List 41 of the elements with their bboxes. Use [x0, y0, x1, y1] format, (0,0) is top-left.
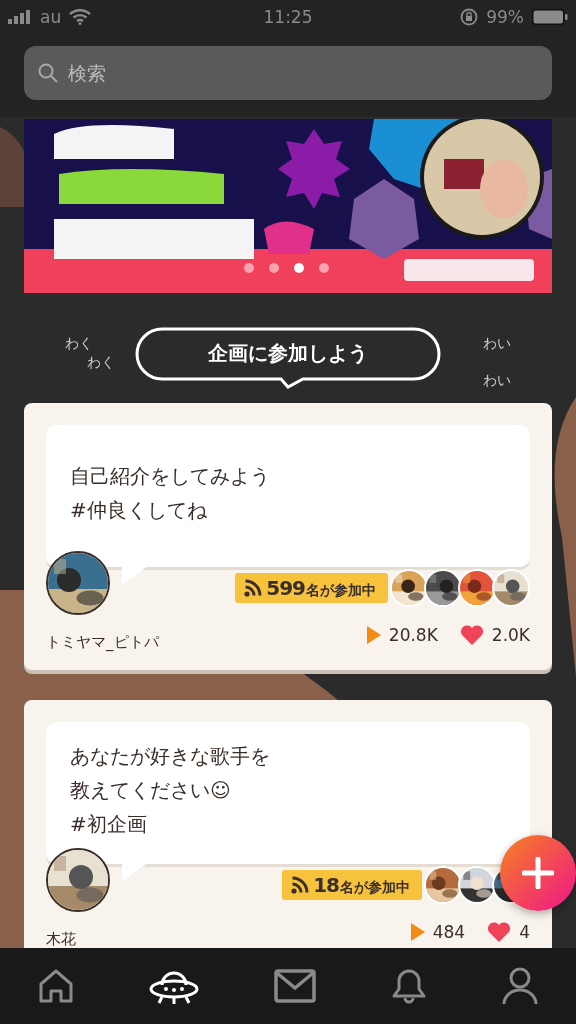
decoration-text: わい [482, 371, 511, 390]
post-text: あなたが好きな歌手を 教えてください☺ #初企画 [70, 743, 270, 838]
author-name[interactable]: 木花 [46, 930, 110, 948]
feed-icon [290, 875, 311, 895]
mail-icon [274, 969, 316, 1003]
signal-icon [8, 10, 32, 24]
like-count: 2.0K [491, 625, 530, 645]
decoration-text: わい [483, 334, 511, 353]
participant-count: 599 [266, 576, 305, 600]
play-count: 20.8K [388, 625, 438, 645]
carousel-dot[interactable] [269, 263, 279, 273]
rotation-lock-icon [460, 8, 479, 26]
play-icon [410, 923, 425, 941]
battery-icon [532, 9, 568, 25]
carousel-dot[interactable] [319, 263, 329, 273]
decoration-text: わく [65, 334, 94, 353]
heart-icon[interactable] [459, 625, 484, 645]
search-field[interactable]: 検索 [24, 46, 552, 100]
profile-icon [501, 966, 540, 1006]
carousel-dot[interactable] [294, 263, 304, 273]
carousel-dot[interactable] [244, 263, 254, 273]
battery-percent: 99% [486, 7, 524, 27]
play-icon [366, 626, 381, 644]
post-card[interactable]: あなたが好きな歌手を 教えてください☺ #初企画 木花 18名が参加中 484 4 [24, 700, 552, 948]
plus-icon [522, 857, 554, 889]
heart-icon[interactable] [487, 922, 512, 942]
participant-label: 名が参加中 [306, 582, 376, 600]
participant-label: 名が参加中 [340, 879, 410, 897]
search-icon [38, 63, 58, 83]
decoration-text: わく [86, 353, 116, 372]
prompt-heading: 企画に参加しよう [135, 327, 441, 389]
carrier-name: au [40, 7, 62, 27]
add-button[interactable] [500, 835, 576, 911]
clock-time: 11:25 [263, 7, 313, 27]
wifi-icon [69, 9, 92, 25]
post-text: 自己紹介をしてみよう #仲良くしてね [70, 463, 270, 524]
play-count: 484 [432, 922, 466, 942]
like-count: 4 [519, 922, 530, 942]
author-name[interactable]: トミヤマ_ピトパ [46, 633, 159, 652]
feed-icon [243, 578, 264, 598]
participant-count: 18 [313, 873, 339, 897]
